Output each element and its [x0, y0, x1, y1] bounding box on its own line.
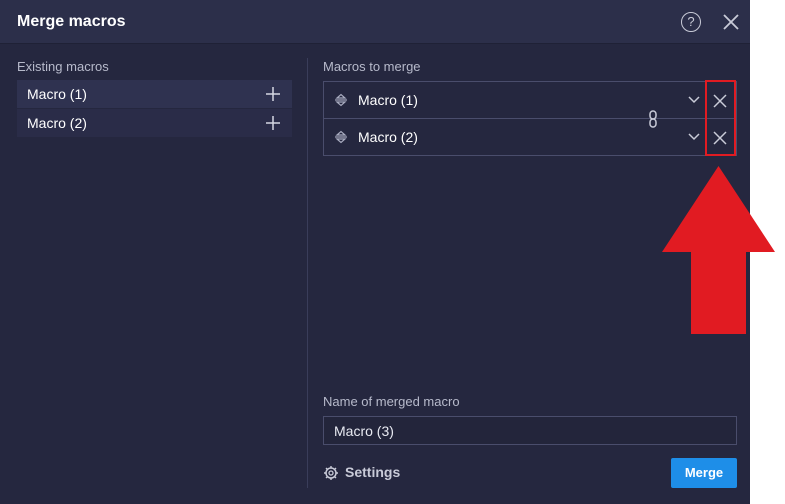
chain-link-icon [649, 110, 657, 128]
existing-macro-item[interactable]: Macro (2) [17, 109, 292, 137]
close-icon[interactable] [721, 12, 741, 32]
existing-macro-label: Macro (2) [27, 115, 87, 131]
merge-macro-label: Macro (1) [358, 92, 418, 108]
chevron-down-icon[interactable] [688, 95, 700, 105]
merge-button[interactable]: Merge [671, 458, 737, 488]
merge-macro-label: Macro (2) [358, 129, 418, 145]
gear-icon [324, 466, 338, 480]
merged-name-label: Name of merged macro [323, 394, 460, 409]
merge-macros-dialog: Merge macros ? Existing macros Macro (1)… [0, 0, 750, 504]
reorder-handle-icon[interactable] [334, 130, 348, 144]
macros-to-merge-label: Macros to merge [323, 59, 421, 74]
annotation-up-arrow-icon [662, 166, 775, 334]
add-macro-plus-icon[interactable] [265, 86, 281, 102]
merged-name-input[interactable] [323, 416, 737, 445]
chevron-down-icon[interactable] [688, 132, 700, 142]
existing-macro-label: Macro (1) [27, 86, 87, 102]
reorder-handle-icon[interactable] [334, 93, 348, 107]
existing-macros-label: Existing macros [17, 59, 109, 74]
existing-macro-item[interactable]: Macro (1) [17, 80, 292, 108]
dialog-titlebar: Merge macros ? [0, 0, 750, 44]
settings-label: Settings [345, 464, 401, 480]
dialog-title: Merge macros [17, 13, 126, 30]
help-icon[interactable]: ? [681, 12, 701, 32]
column-divider [307, 58, 308, 488]
merge-macro-row[interactable]: Macro (2) [324, 119, 736, 156]
merge-macro-row[interactable]: Macro (1) [324, 82, 736, 119]
add-macro-plus-icon[interactable] [265, 115, 281, 131]
annotation-highlight-box [705, 80, 736, 156]
macros-to-merge-list: Macro (1) Macro (2) [323, 81, 737, 156]
